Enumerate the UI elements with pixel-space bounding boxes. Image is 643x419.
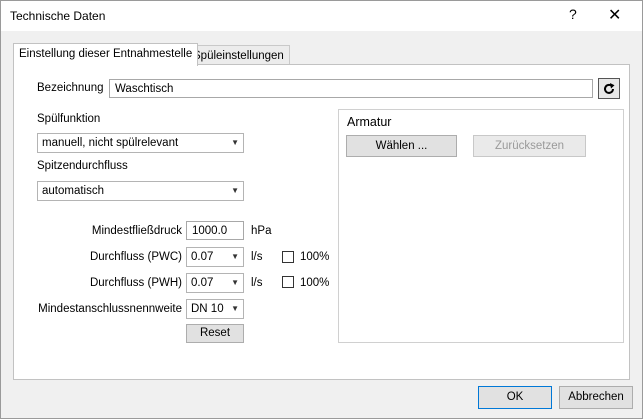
technische-daten-dialog: Technische Daten ? ✕ Einstellung dieser … [0,0,643,419]
waehlen-button[interactable]: Wählen ... [346,135,457,157]
durchfluss-pwh-select[interactable]: 0.07 ▼ [186,273,244,293]
tab-spueleinstellungen[interactable]: Spüleinstellungen [187,45,290,66]
title-bar: Technische Daten ? ✕ [1,1,642,31]
mindestanschluss-select[interactable]: DN 10 ▼ [186,299,244,319]
durchfluss-pwh-checkbox-label: 100% [300,277,330,289]
refresh-button[interactable] [598,78,620,99]
chevron-down-icon: ▼ [231,304,239,313]
durchfluss-pwh-checkbox[interactable] [282,276,294,288]
mindestanschluss-value: DN 10 [191,303,224,315]
spitzendurchfluss-select[interactable]: automatisch ▼ [37,181,244,201]
close-button[interactable]: ✕ [608,5,621,25]
spitzendurchfluss-label: Spitzendurchfluss [37,160,128,172]
help-button[interactable]: ? [569,6,577,22]
bezeichnung-input[interactable]: Waschtisch [109,79,593,98]
armatur-title: Armatur [347,115,392,129]
window-title: Technische Daten [10,9,106,23]
mindestfliessdruck-input[interactable]: 1000.0 [186,221,244,240]
zuruecksetzen-button[interactable]: Zurücksetzen [473,135,586,157]
armatur-group: Armatur Wählen ... Zurücksetzen [338,109,624,343]
mindestfliessdruck-unit: hPa [251,225,272,237]
durchfluss-pwh-unit: l/s [251,277,263,289]
durchfluss-pwc-unit: l/s [251,251,263,263]
mindestfliessdruck-label: Mindestfließdruck [91,225,182,237]
chevron-down-icon: ▼ [231,138,239,147]
tab-panel: Bezeichnung Waschtisch Spülfunktion manu… [13,64,630,380]
spuelfunktion-label: Spülfunktion [37,113,101,125]
durchfluss-pwc-label: Durchfluss (PWC) [89,251,182,263]
durchfluss-pwc-checkbox-label: 100% [300,251,330,263]
ok-button[interactable]: OK [478,386,552,409]
spitzendurchfluss-value: automatisch [42,185,105,197]
chevron-down-icon: ▼ [231,252,239,261]
spuelfunktion-select[interactable]: manuell, nicht spülrelevant ▼ [37,133,244,153]
chevron-down-icon: ▼ [231,278,239,287]
durchfluss-pwh-value: 0.07 [191,277,214,289]
bezeichnung-label: Bezeichnung [37,82,104,94]
spuelfunktion-value: manuell, nicht spülrelevant [42,137,179,149]
cancel-button[interactable]: Abbrechen [559,386,633,409]
tab-einstellung[interactable]: Einstellung dieser Entnahmestelle [13,43,199,66]
refresh-icon [604,82,615,94]
mindestanschluss-label: Mindestanschlussnennweite [38,303,182,315]
durchfluss-pwh-label: Durchfluss (PWH) [89,277,182,289]
durchfluss-pwc-value: 0.07 [191,251,214,263]
durchfluss-pwc-select[interactable]: 0.07 ▼ [186,247,244,267]
chevron-down-icon: ▼ [231,186,239,195]
reset-button[interactable]: Reset [186,324,244,343]
durchfluss-pwc-checkbox[interactable] [282,251,294,263]
